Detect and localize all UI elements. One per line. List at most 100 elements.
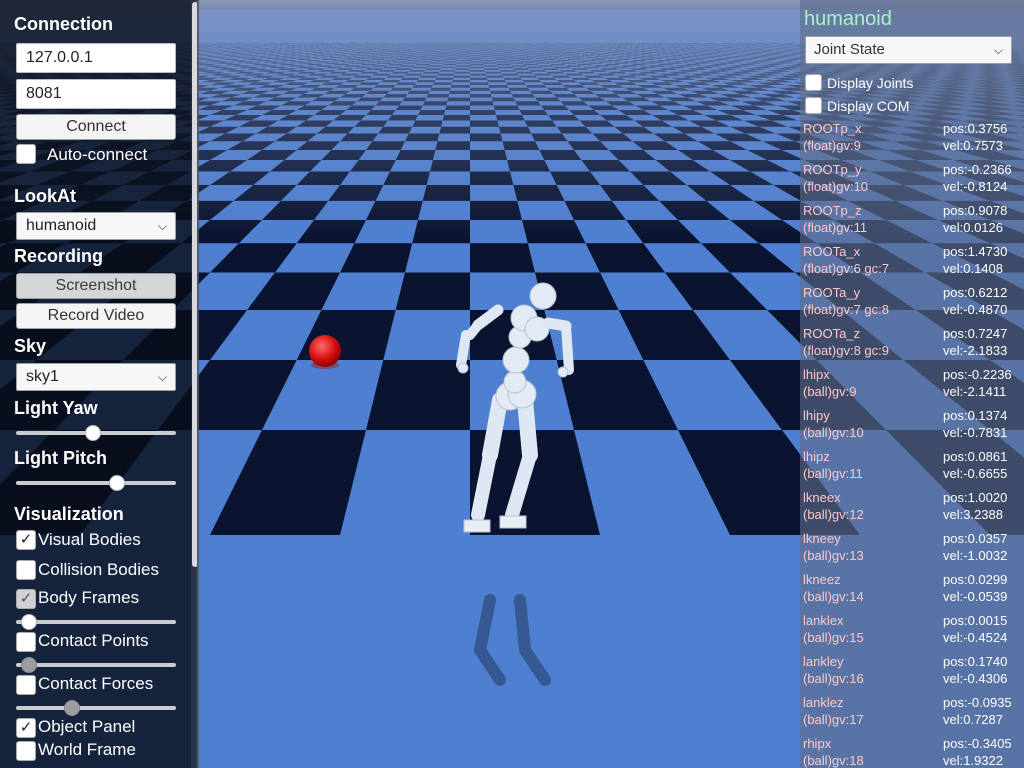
joint-type: (ball)gv:11: [803, 466, 863, 481]
contact-points-slider-thumb[interactable]: [20, 657, 37, 673]
joint-row: ROOTp_y (float)gv:10 pos:-0.2366 vel:-0.812…: [803, 162, 1019, 200]
joint-row: lanklez (ball)gv:17 pos:-0.0935 vel:0.7287: [803, 695, 1019, 733]
chevron-down-icon: ⌵: [993, 43, 1003, 57]
joint-position: pos:0.0861: [943, 449, 1008, 464]
joint-position: pos:-0.2366: [943, 162, 1012, 177]
joint-name: ROOTp_z: [803, 203, 862, 218]
scrollbar-thumb[interactable]: [192, 2, 197, 567]
joint-velocity: vel:-0.8124: [943, 179, 1008, 194]
body-frames-slider-thumb[interactable]: [20, 614, 37, 630]
joint-name: ROOTa_x: [803, 244, 861, 259]
state-type-dropdown[interactable]: Joint State ⌵: [805, 36, 1012, 64]
auto-connect-checkbox[interactable]: [16, 144, 36, 164]
joint-velocity: vel:0.1408: [943, 261, 1003, 276]
collision-bodies-checkbox[interactable]: [16, 560, 36, 580]
joint-velocity: vel:-0.4306: [943, 671, 1008, 686]
recording-title: Recording: [14, 246, 104, 266]
display-joints-checkbox[interactable]: [805, 74, 822, 91]
object-panel-label: Object Panel: [38, 717, 136, 736]
joint-row: lkneey (ball)gv:13 pos:0.0357 vel:-1.0032: [803, 531, 1019, 569]
light-pitch-slider-thumb[interactable]: [108, 475, 125, 491]
contact-points-checkbox[interactable]: [16, 632, 36, 652]
joint-type: (float)gv:6 gc:7: [803, 261, 889, 276]
joint-row: ROOTa_x (float)gv:6 gc:7 pos:1.4730 vel:0.1…: [803, 244, 1019, 282]
host-input[interactable]: 127.0.0.1: [16, 43, 176, 73]
joint-velocity: vel:-0.6655: [943, 466, 1008, 481]
body-frames-checkbox[interactable]: ✓: [16, 589, 36, 609]
object-title: humanoid: [804, 8, 892, 30]
joint-name: ROOTa_y: [803, 285, 861, 300]
joint-row: rhipx (ball)gv:18 pos:-0.3405 vel:1.9322: [803, 736, 1019, 768]
connect-button[interactable]: Connect: [16, 114, 176, 140]
body-frames-slider[interactable]: [16, 620, 176, 624]
chevron-down-icon: ⌵: [157, 219, 167, 233]
light-pitch-slider[interactable]: [16, 481, 176, 485]
joint-row: lkneex (ball)gv:12 pos:1.0020 vel:3.2388: [803, 490, 1019, 528]
joint-type: (ball)gv:12: [803, 507, 864, 522]
joint-velocity: vel:-0.0539: [943, 589, 1008, 604]
red-ball[interactable]: [309, 335, 341, 369]
record-video-button[interactable]: Record Video: [16, 303, 176, 329]
checkmark-icon: ✓: [19, 590, 33, 607]
joint-velocity: vel:-0.4870: [943, 302, 1008, 317]
joint-row: lhipz (ball)gv:11 pos:0.0861 vel:-0.6655: [803, 449, 1019, 487]
world-frame-label: World Frame: [38, 740, 136, 759]
joint-row: ROOTp_z (float)gv:11 pos:0.9078 vel:0.0126: [803, 203, 1019, 241]
joint-name: ROOTp_y: [803, 162, 862, 177]
contact-points-slider[interactable]: [16, 663, 176, 667]
joint-velocity: vel:0.0126: [943, 220, 1003, 235]
auto-connect-label: Auto-connect: [47, 145, 148, 164]
port-input[interactable]: 8081: [16, 79, 176, 109]
joint-row: lkneez (ball)gv:14 pos:0.0299 vel:-0.0539: [803, 572, 1019, 610]
joint-name: ROOTa_z: [803, 326, 861, 341]
display-com-checkbox[interactable]: [805, 97, 822, 114]
joint-name: lankley: [803, 654, 844, 669]
contact-forces-checkbox[interactable]: [16, 675, 36, 695]
object-panel-checkbox[interactable]: ✓: [16, 718, 36, 738]
joint-type: (ball)gv:9: [803, 384, 857, 399]
joint-position: pos:0.0299: [943, 572, 1008, 587]
joint-type: (float)gv:11: [803, 220, 868, 235]
joint-name: rhipx: [803, 736, 832, 751]
contact-forces-label: Contact Forces: [38, 674, 154, 693]
joint-position: pos:0.0015: [943, 613, 1008, 628]
checkmark-icon: ✓: [19, 531, 33, 548]
joint-name: lkneex: [803, 490, 841, 505]
joint-position: pos:0.3756: [943, 121, 1008, 136]
joint-velocity: vel:0.7573: [943, 138, 1003, 153]
joint-type: (float)gv:10: [803, 179, 869, 194]
joint-type: (ball)gv:13: [803, 548, 864, 563]
visual-bodies-label: Visual Bodies: [38, 530, 141, 549]
joint-row: ROOTp_x (float)gv:9 pos:0.3756 vel:0.7573: [803, 121, 1019, 159]
world-frame-checkbox[interactable]: [16, 741, 36, 761]
joint-row: ROOTa_y (float)gv:7 gc:8 pos:0.6212 vel:-0.…: [803, 285, 1019, 323]
control-panel: Connection 127.0.0.1 8081 Connect Auto-c…: [0, 0, 199, 768]
joint-velocity: vel:-0.4524: [943, 630, 1008, 645]
joint-velocity: vel:-2.1411: [943, 384, 1007, 399]
contact-forces-slider[interactable]: [16, 706, 176, 710]
joint-position: pos:0.6212: [943, 285, 1008, 300]
sky-dropdown[interactable]: sky1 ⌵: [16, 363, 176, 391]
light-yaw-slider-thumb[interactable]: [84, 425, 101, 441]
joint-type: (float)gv:9: [803, 138, 861, 153]
joint-row: lanklex (ball)gv:15 pos:0.0015 vel:-0.4524: [803, 613, 1019, 651]
joint-type: (float)gv:7 gc:8: [803, 302, 889, 317]
contact-forces-slider-thumb[interactable]: [64, 700, 80, 716]
visual-bodies-checkbox[interactable]: ✓: [16, 530, 36, 550]
joint-position: pos:0.9078: [943, 203, 1008, 218]
display-com-label: Display COM: [827, 98, 910, 114]
screenshot-button[interactable]: Screenshot: [16, 273, 176, 299]
joint-position: pos:0.0357: [943, 531, 1008, 546]
lookat-dropdown[interactable]: humanoid ⌵: [16, 212, 176, 240]
connection-title: Connection: [14, 14, 113, 34]
joint-row: lhipx (ball)gv:9 pos:-0.2236 vel:-2.1411: [803, 367, 1019, 405]
joint-row: lhipy (ball)gv:10 pos:0.1374 vel:-0.7831: [803, 408, 1019, 446]
joint-name: lanklex: [803, 613, 844, 628]
lookat-value: humanoid: [26, 217, 97, 234]
light-pitch-title: Light Pitch: [14, 448, 107, 468]
joint-velocity: vel:0.7287: [943, 712, 1003, 727]
joint-name: lhipz: [803, 449, 830, 464]
joint-position: pos:-0.3405: [943, 736, 1012, 751]
visualization-title: Visualization: [14, 504, 124, 524]
object-panel: humanoid Joint State ⌵ Display Joints Di…: [800, 0, 1024, 768]
